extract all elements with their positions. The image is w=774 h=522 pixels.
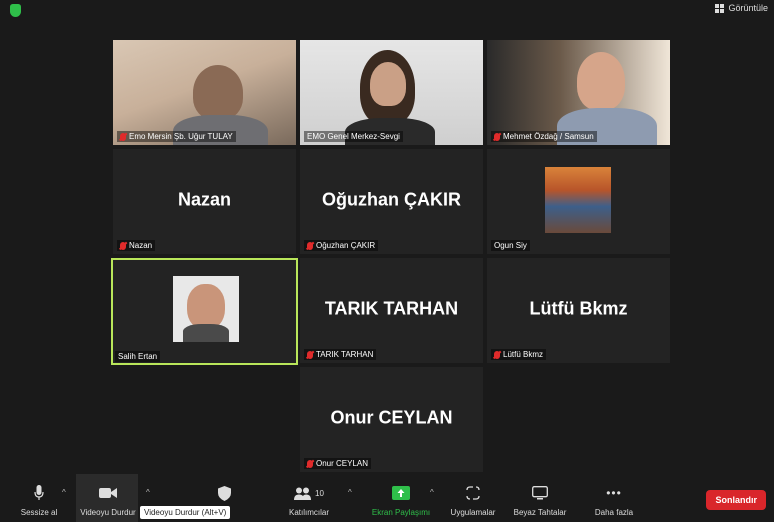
participant-name-label: Nazan xyxy=(117,240,156,251)
security-shield-icon[interactable] xyxy=(10,4,21,17)
participant-display-name: Nazan xyxy=(177,188,231,209)
whiteboard-icon xyxy=(532,484,548,502)
participant-display-name: Oğuzhan ÇAKIR xyxy=(322,188,461,209)
top-bar: Görüntüle xyxy=(0,0,774,22)
share-screen-icon xyxy=(392,484,410,502)
participant-display-name: TARIK TARHAN xyxy=(324,297,459,318)
meeting-toolbar: Sessize al ^ Videoyu Durdur ^ 10 Katılım… xyxy=(0,474,774,522)
participants-icon: 10 xyxy=(294,484,324,502)
shield-icon xyxy=(217,484,231,502)
participant-tile[interactable]: Oğuzhan ÇAKIR Oğuzhan ÇAKIR xyxy=(300,149,483,254)
participant-name-label: EMO Genel Merkez-Sevgi xyxy=(304,131,403,142)
participant-tile[interactable]: Nazan Nazan xyxy=(113,149,296,254)
end-meeting-button[interactable]: Sonlandır xyxy=(706,490,766,510)
mic-muted-icon xyxy=(120,132,126,141)
apps-button[interactable]: Uygulamalar xyxy=(446,474,500,522)
share-screen-button[interactable]: Ekran Paylaşımı xyxy=(366,474,436,522)
participant-name-label: Oğuzhan ÇAKIR xyxy=(304,240,379,251)
mic-muted-icon xyxy=(307,350,313,359)
video-tooltip: Videoyu Durdur (Alt+V) xyxy=(140,506,231,519)
mic-muted-icon xyxy=(307,459,313,468)
participant-video xyxy=(193,65,243,120)
participant-display-name: Onur CEYLAN xyxy=(330,406,453,427)
participant-name-label: Lütfü Bkmz xyxy=(491,349,547,360)
participant-video xyxy=(370,62,406,106)
participant-tile[interactable]: Lütfü Bkmz Lütfü Bkmz xyxy=(487,258,670,363)
microphone-icon xyxy=(34,484,44,502)
grid-view-icon xyxy=(715,3,725,13)
participants-count: 10 xyxy=(315,488,324,498)
participant-name-label: TARIK TARHAN xyxy=(304,349,377,360)
view-button[interactable]: Görüntüle xyxy=(715,3,768,13)
whiteboards-button[interactable]: Beyaz Tahtalar xyxy=(510,474,570,522)
participant-tile-active-speaker[interactable]: Salih Ertan xyxy=(111,258,298,365)
mic-muted-icon xyxy=(120,241,126,250)
participant-tile[interactable]: TARIK TARHAN TARIK TARHAN xyxy=(300,258,483,363)
participant-name-label: Emo Mersin Şb. Uğur TULAY xyxy=(117,131,236,142)
profile-picture xyxy=(173,276,239,342)
participant-tile[interactable]: Emo Mersin Şb. Uğur TULAY xyxy=(113,40,296,145)
more-dots-icon: ••• xyxy=(606,486,622,500)
participant-tile[interactable]: Mehmet Özdağ / Samsun xyxy=(487,40,670,145)
video-camera-icon xyxy=(99,484,117,502)
participant-tile[interactable]: Ogun Siy xyxy=(487,149,670,254)
mic-muted-icon xyxy=(494,132,500,141)
audio-options-chevron-icon[interactable]: ^ xyxy=(62,488,66,497)
stop-video-button[interactable]: Videoyu Durdur xyxy=(78,474,138,522)
participant-display-name: Lütfü Bkmz xyxy=(529,297,628,318)
mic-muted-icon xyxy=(494,350,500,359)
participant-name-label: Mehmet Özdağ / Samsun xyxy=(491,131,597,142)
mic-muted-icon xyxy=(307,241,313,250)
participant-video xyxy=(577,52,625,110)
more-button[interactable]: ••• Daha fazla xyxy=(592,474,636,522)
profile-picture xyxy=(545,167,611,233)
participant-tile[interactable]: EMO Genel Merkez-Sevgi xyxy=(300,40,483,145)
participant-name-label: Salih Ertan xyxy=(115,351,161,362)
participant-name-label: Onur CEYLAN xyxy=(304,458,372,469)
share-options-chevron-icon[interactable]: ^ xyxy=(430,488,434,497)
apps-icon xyxy=(466,484,480,502)
mute-button[interactable]: Sessize al xyxy=(12,474,66,522)
participants-button[interactable]: 10 Katılımcılar xyxy=(282,474,336,522)
participants-options-chevron-icon[interactable]: ^ xyxy=(348,488,352,497)
view-label: Görüntüle xyxy=(728,3,768,13)
participant-name-label: Ogun Siy xyxy=(491,240,530,251)
video-options-chevron-icon[interactable]: ^ xyxy=(146,488,150,497)
participant-tile[interactable]: Onur CEYLAN Onur CEYLAN xyxy=(300,367,483,472)
